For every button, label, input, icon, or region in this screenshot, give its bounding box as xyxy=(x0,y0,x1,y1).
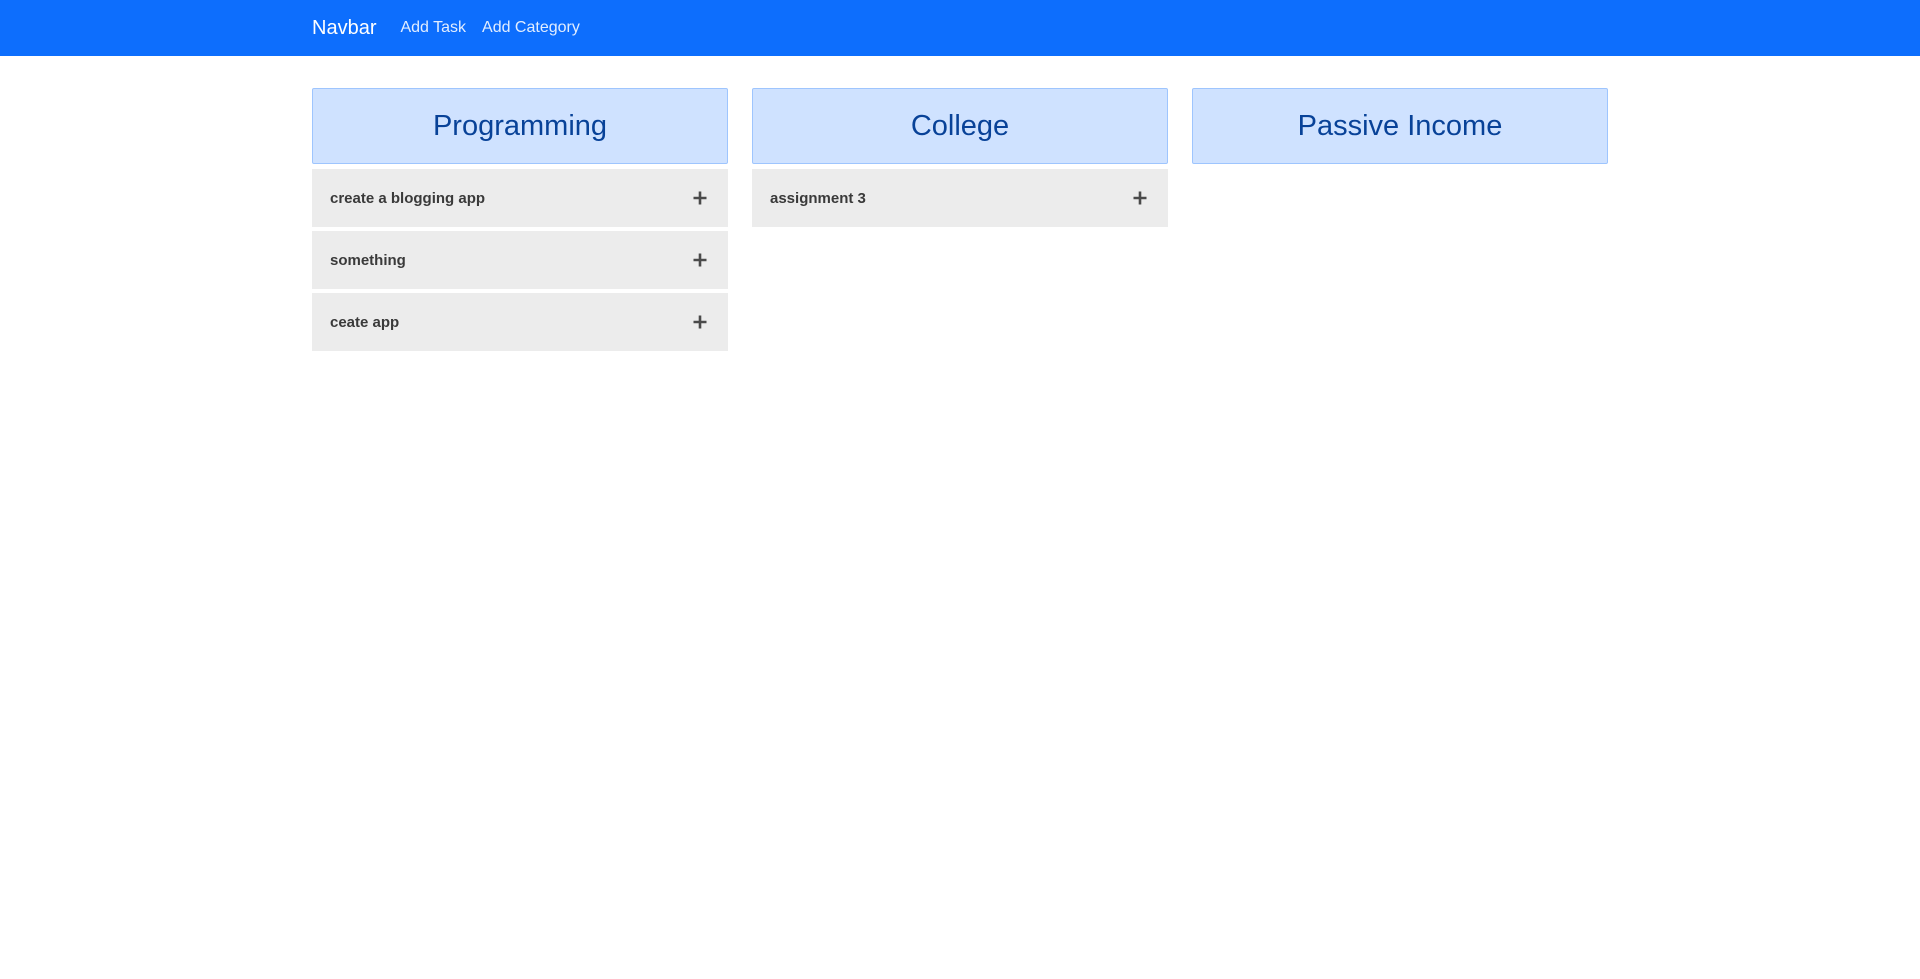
task-item: assignment 3 xyxy=(752,169,1168,227)
plus-icon[interactable] xyxy=(1130,188,1150,208)
plus-icon[interactable] xyxy=(690,312,710,332)
category-column-programming: Programming create a blogging app someth… xyxy=(312,88,728,355)
navbar: Navbar Add Task Add Category xyxy=(0,0,1920,56)
task-label: something xyxy=(330,251,406,269)
category-column-college: College assignment 3 xyxy=(752,88,1168,355)
navbar-brand[interactable]: Navbar xyxy=(312,17,376,40)
add-task-link[interactable]: Add Task xyxy=(400,19,466,37)
category-title: Passive Income xyxy=(1192,88,1608,164)
task-label: create a blogging app xyxy=(330,189,486,207)
task-label: ceate app xyxy=(330,313,400,331)
category-title: Programming xyxy=(312,88,728,164)
task-item: ceate app xyxy=(312,293,728,351)
category-column-passive-income: Passive Income xyxy=(1192,88,1608,355)
task-label: assignment 3 xyxy=(770,189,866,207)
plus-icon[interactable] xyxy=(690,188,710,208)
plus-icon[interactable] xyxy=(690,250,710,270)
task-item: create a blogging app xyxy=(312,169,728,227)
add-category-link[interactable]: Add Category xyxy=(482,19,580,37)
category-title: College xyxy=(752,88,1168,164)
task-item: something xyxy=(312,231,728,289)
category-board: Programming create a blogging app someth… xyxy=(312,88,1608,355)
